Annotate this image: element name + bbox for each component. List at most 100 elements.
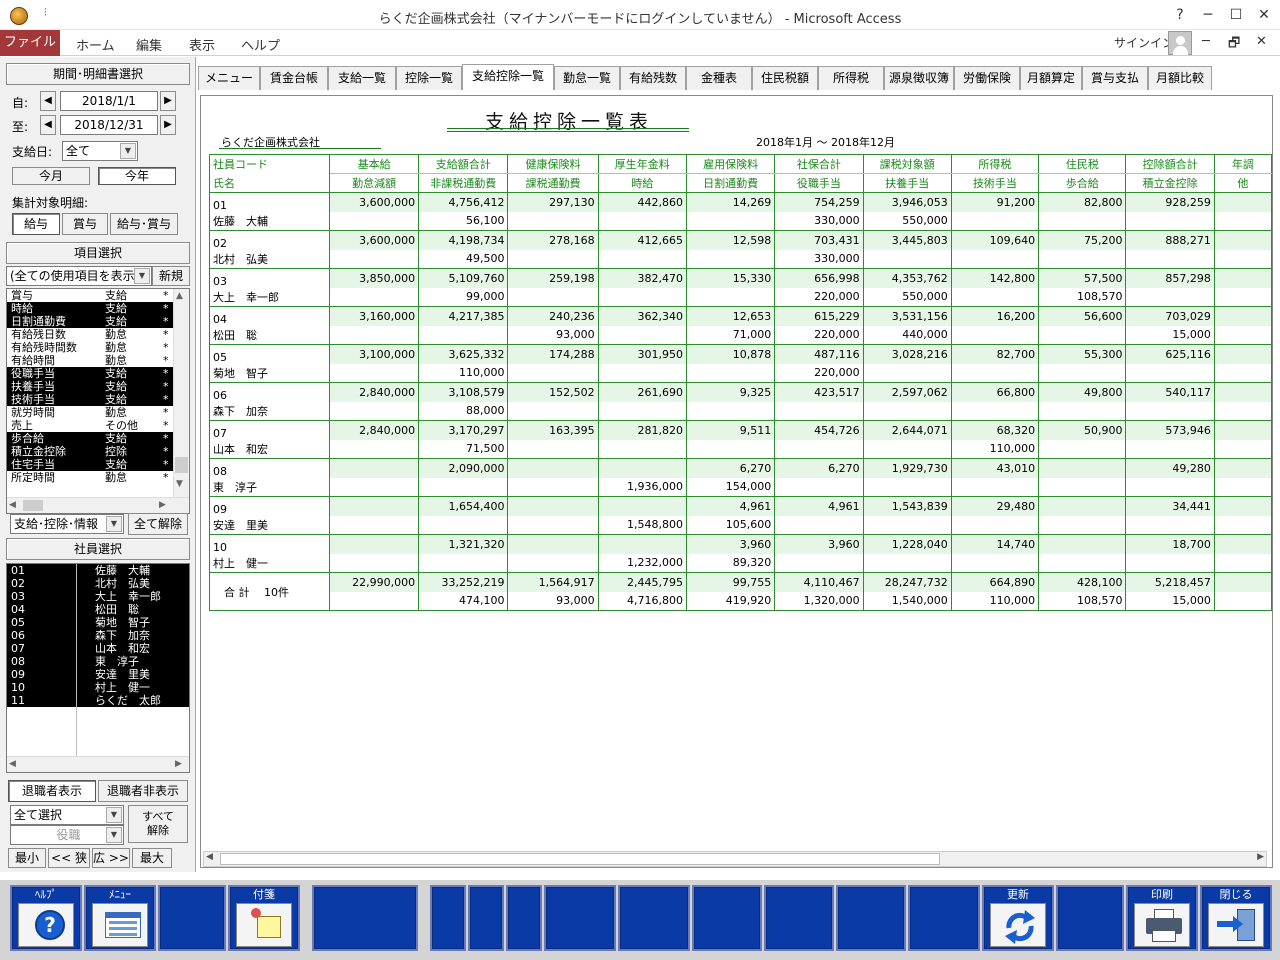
blank-fkey-3[interactable] <box>430 885 466 951</box>
employee-list-row[interactable]: 07 山本 和宏 <box>7 642 189 655</box>
item-list-row[interactable]: 有給残日数 勤怠 * <box>7 328 173 341</box>
chevron-down-icon[interactable]: ▼ <box>106 807 122 823</box>
scroll-left-arrow-icon[interactable]: ◀ <box>206 852 213 862</box>
blank-fkey-11[interactable] <box>908 885 980 951</box>
employee-list-row[interactable]: 09 安達 里美 <box>7 668 189 681</box>
this-year-button[interactable]: 今年 <box>98 167 176 185</box>
menu-fkey[interactable]: ﾒﾆｭｰ <box>84 885 156 951</box>
zoom-max-button[interactable]: 最大 <box>132 848 172 868</box>
ribbon-tab-help[interactable]: ヘルプ <box>241 35 280 54</box>
tab-3[interactable]: 控除一覧 <box>396 66 462 90</box>
item-filter-select[interactable]: (全ての使用項目を表示) ▼ <box>6 266 152 286</box>
target-salary-button[interactable]: 給与 <box>12 213 60 235</box>
release-all-button[interactable]: すべて解除 <box>128 805 188 843</box>
item-list-row[interactable]: 技術手当 支給 * <box>7 393 173 406</box>
doc-close-icon[interactable]: ✕ <box>1256 34 1267 49</box>
item-list-row[interactable]: 賞与 支給 * <box>7 289 173 302</box>
to-next-arrow-icon[interactable]: ▶ <box>160 115 176 135</box>
scroll-up-arrow-icon[interactable]: ▲ <box>176 291 183 301</box>
item-list-row[interactable]: 売上 その他 * <box>7 419 173 432</box>
ribbon-tab-view[interactable]: 表示 <box>189 35 215 54</box>
hide-retired-button[interactable]: 退職者非表示 <box>98 780 188 802</box>
signin-link[interactable]: サインイン <box>1114 34 1174 51</box>
blank-fkey-7[interactable] <box>618 885 690 951</box>
employee-list-row[interactable]: 08 東 淳子 <box>7 655 189 668</box>
from-next-arrow-icon[interactable]: ▶ <box>160 91 176 111</box>
payday-select[interactable]: 全て ▼ <box>62 141 138 161</box>
scroll-thumb[interactable] <box>175 457 188 473</box>
zoom-min-button[interactable]: 最小 <box>8 848 46 868</box>
to-date-field[interactable]: 2018/12/31 <box>60 115 158 135</box>
employee-list-hscrollbar[interactable]: ◀ ▶ <box>7 756 189 772</box>
report-hscrollbar[interactable]: ◀ ▶ <box>203 851 1267 867</box>
chevron-down-icon[interactable]: ▼ <box>120 143 136 159</box>
period-header[interactable]: 期間･明細書選択 <box>6 63 190 85</box>
tab-2[interactable]: 支給一覧 <box>328 66 396 90</box>
chevron-down-icon[interactable]: ▼ <box>106 827 122 843</box>
employee-listbox[interactable]: 01 佐藤 大輔 02 北村 弘美 03 大上 幸一郎 04 松田 聡 05 菊地 智子 06 森下 … <box>6 563 190 773</box>
employee-list-row[interactable]: 04 松田 聡 <box>7 603 189 616</box>
doc-restore-icon[interactable]: 🗗 <box>1228 34 1240 56</box>
blank-fkey-5[interactable] <box>506 885 542 951</box>
print-fkey[interactable]: 印刷 <box>1126 885 1198 951</box>
chevron-down-icon[interactable]: ▼ <box>134 268 150 284</box>
new-item-button[interactable]: 新規 <box>152 266 190 286</box>
this-month-button[interactable]: 今月 <box>12 167 90 185</box>
maximize-icon[interactable]: ☐ <box>1222 4 1250 26</box>
scroll-left-arrow-icon[interactable]: ◀ <box>9 759 16 769</box>
item-list-row[interactable]: 所定時間 勤怠 * <box>7 471 173 484</box>
blank-fkey-1[interactable] <box>158 885 226 951</box>
tab-11[interactable]: 労働保険 <box>954 66 1020 90</box>
hscroll-thumb[interactable] <box>23 500 43 511</box>
ribbon-tab-edit[interactable]: 編集 <box>136 35 162 54</box>
select-all-combo[interactable]: 全て選択 ▼ <box>10 805 124 825</box>
item-list-row[interactable]: 就労時間 勤怠 * <box>7 406 173 419</box>
tab-12[interactable]: 月額算定 <box>1020 66 1082 90</box>
target-bonus-button[interactable]: 賞与 <box>62 213 108 235</box>
item-list-row[interactable]: 住宅手当 支給 * <box>7 458 173 471</box>
show-retired-button[interactable]: 退職者表示 <box>8 780 96 802</box>
blank-fkey-12[interactable] <box>1056 885 1124 951</box>
from-prev-arrow-icon[interactable]: ◀ <box>40 91 56 111</box>
item-list-row[interactable]: 扶養手当 支給 * <box>7 380 173 393</box>
item-list-hscrollbar[interactable]: ◀ ▶ <box>7 497 189 513</box>
employee-select-header[interactable]: 社員選択 <box>6 538 190 560</box>
tab-13[interactable]: 賞与支払 <box>1082 66 1148 90</box>
tab-7[interactable]: 金種表 <box>686 66 752 90</box>
refresh-fkey[interactable]: 更新 <box>982 885 1054 951</box>
blank-fkey-8[interactable] <box>692 885 762 951</box>
tab-6[interactable]: 有給残数 <box>620 66 686 90</box>
item-list-row[interactable]: 積立金控除 控除 * <box>7 445 173 458</box>
scroll-right-arrow-icon[interactable]: ▶ <box>1257 852 1264 862</box>
employee-list-row[interactable]: 10 村上 健一 <box>7 681 189 694</box>
scroll-left-arrow-icon[interactable]: ◀ <box>9 500 16 510</box>
blank-fkey-10[interactable] <box>836 885 906 951</box>
close-fkey[interactable]: 閉じる <box>1200 885 1272 951</box>
blank-fkey-2[interactable] <box>312 885 418 951</box>
blank-fkey-4[interactable] <box>468 885 504 951</box>
item-list-row[interactable]: 日割通勤費 支給 * <box>7 315 173 328</box>
clear-all-button[interactable]: 全て解除 <box>128 513 188 535</box>
scroll-right-arrow-icon[interactable]: ▶ <box>159 500 166 510</box>
tab-10[interactable]: 源泉徴収簿 <box>884 66 954 90</box>
item-listbox[interactable]: 賞与 支給 * 時給 支給 * 日割通勤費 支給 * 有給残日数 勤怠 * 有給残時間数 勤怠 * 有給時間勤… <box>6 288 190 514</box>
tab-1[interactable]: 賃金台帳 <box>260 66 328 90</box>
from-date-field[interactable]: 2018/1/1 <box>60 91 158 111</box>
hscroll-thumb[interactable] <box>220 853 940 865</box>
doc-minimize-icon[interactable]: ─ <box>1202 34 1210 49</box>
scroll-down-arrow-icon[interactable]: ▼ <box>176 479 183 489</box>
help-fkey[interactable]: ﾍﾙﾌﾟ ? <box>10 885 82 951</box>
to-prev-arrow-icon[interactable]: ◀ <box>40 115 56 135</box>
zoom-narrow-button[interactable]: << 狭 <box>48 848 90 868</box>
employee-list-row[interactable]: 06 森下 加奈 <box>7 629 189 642</box>
position-combo[interactable]: 役職 ▼ <box>10 825 124 845</box>
blank-fkey-6[interactable] <box>544 885 616 951</box>
tab-5[interactable]: 勤怠一覧 <box>554 66 620 90</box>
item-list-row[interactable]: 有給残時間数 勤怠 * <box>7 341 173 354</box>
ribbon-tab-home[interactable]: ホーム <box>76 35 115 54</box>
item-select-header[interactable]: 項目選択 <box>6 242 190 264</box>
item-list-row[interactable]: 歩合給 支給 * <box>7 432 173 445</box>
sticky-fkey[interactable]: 付箋 <box>228 885 300 951</box>
item-kind-select[interactable]: 支給･控除･情報 ▼ <box>10 514 124 534</box>
tab-0[interactable]: メニュー <box>198 66 260 90</box>
